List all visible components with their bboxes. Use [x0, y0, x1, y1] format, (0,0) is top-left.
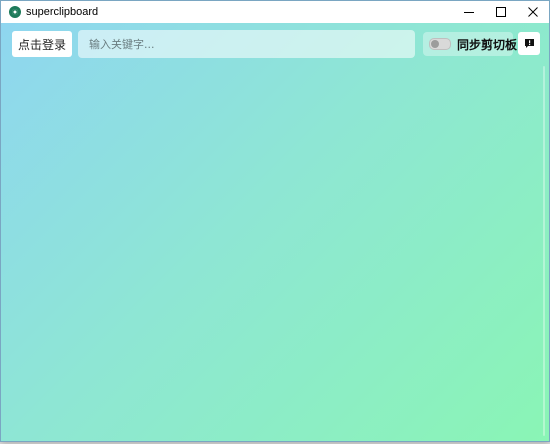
title-bar[interactable]: superclipboard — [1, 1, 549, 23]
clipboard-content-area: 点击登录 同步剪切板 — [1, 23, 549, 441]
maximize-button[interactable] — [485, 1, 517, 23]
close-button[interactable] — [517, 1, 549, 23]
superclipboard-app-icon — [9, 6, 21, 18]
content-scrollbar[interactable] — [543, 66, 545, 436]
feedback-icon — [524, 39, 534, 48]
app-window: superclipboard 点击登录 同 — [0, 0, 550, 442]
maximize-icon — [496, 7, 506, 17]
feedback-button[interactable] — [518, 32, 540, 55]
sync-clipboard-label: 同步剪切板 — [457, 37, 518, 52]
close-icon — [528, 7, 538, 17]
search-input[interactable] — [78, 30, 415, 58]
minimize-icon — [464, 12, 474, 13]
window-title: superclipboard — [26, 6, 99, 18]
toolbar: 点击登录 同步剪切板 — [10, 30, 540, 58]
login-button[interactable]: 点击登录 — [12, 31, 72, 57]
minimize-button[interactable] — [453, 1, 485, 23]
sync-clipboard-toggle[interactable]: 同步剪切板 — [423, 32, 517, 56]
toggle-switch[interactable] — [429, 38, 451, 50]
toggle-knob — [431, 40, 439, 48]
